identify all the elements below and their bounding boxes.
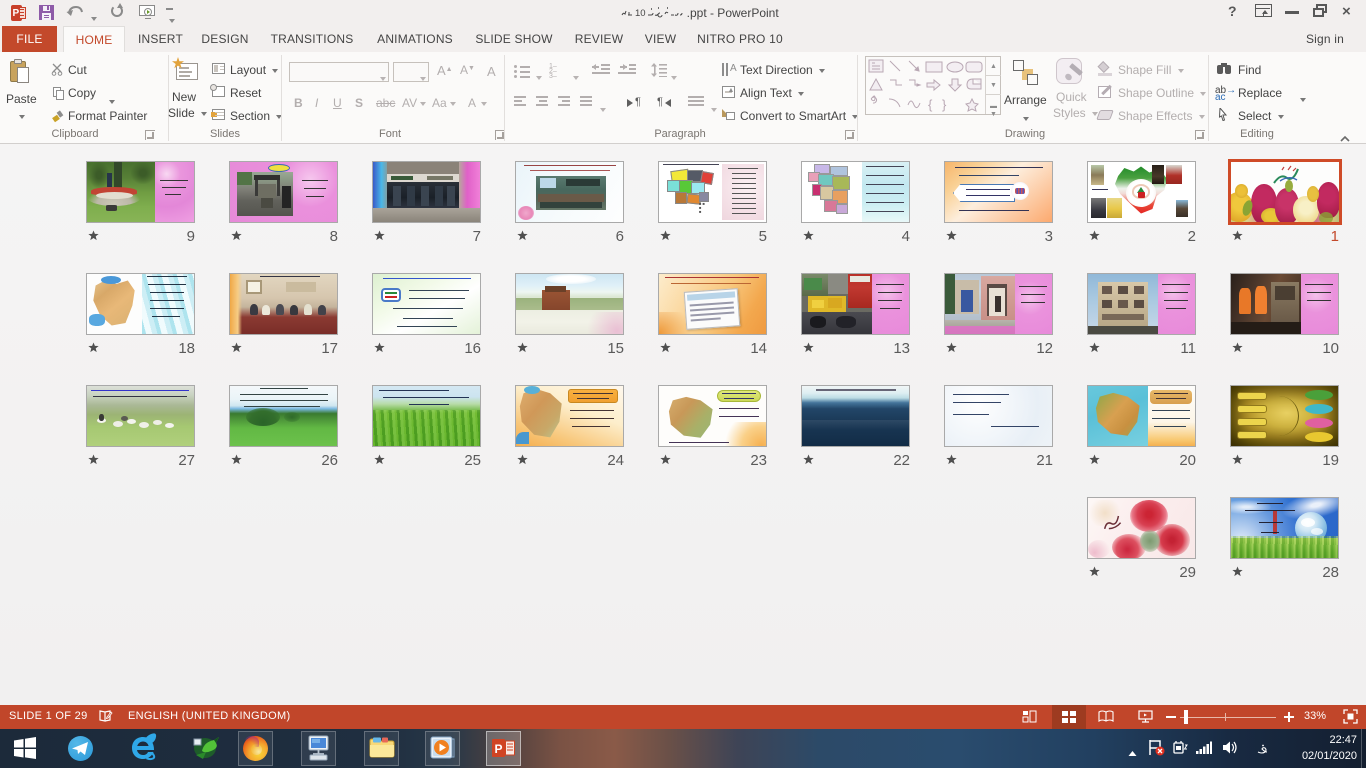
svg-text:{: {	[928, 97, 933, 112]
svg-text:P: P	[495, 742, 503, 756]
svg-text:}: }	[942, 97, 947, 112]
svg-text:10: 10	[635, 8, 646, 19]
